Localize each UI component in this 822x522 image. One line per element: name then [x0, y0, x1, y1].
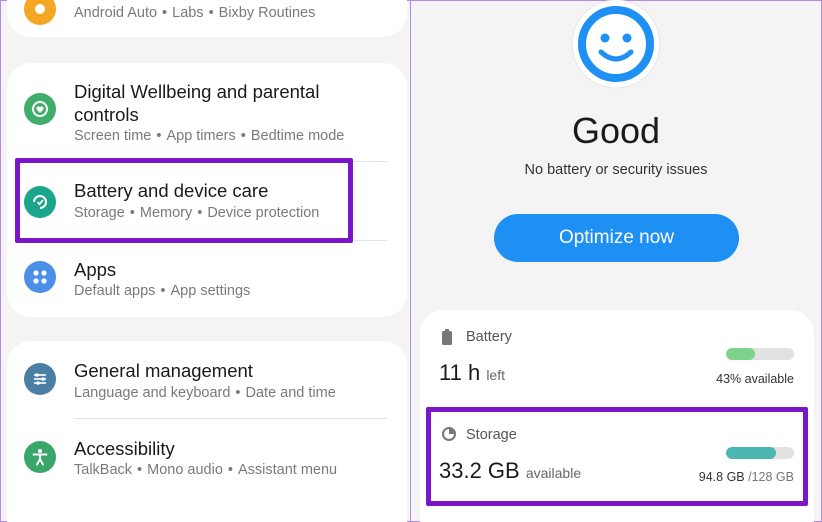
- battery-available-text: 43% available: [716, 372, 794, 386]
- accessibility-subtitle: TalkBack • Mono audio • Assistant menu: [74, 462, 338, 478]
- settings-list-pane: Android Auto • Labs • Bixby Routines Digital…: [0, 0, 412, 522]
- digital-wellbeing-title: Digital Wellbeing and parental controls: [74, 81, 320, 125]
- apps-subtitle: Default apps • App settings: [74, 283, 251, 299]
- settings-item-apps[interactable]: Apps Default apps • App settings: [7, 241, 407, 317]
- smiley-face-icon: [571, 0, 661, 89]
- settings-item-general-management[interactable]: General management Language and keyboard…: [7, 341, 407, 418]
- apps-title: Apps: [74, 259, 117, 280]
- settings-item-accessibility[interactable]: Accessibility TalkBack • Mono audio • Assist…: [7, 419, 407, 497]
- digital-wellbeing-icon: [24, 93, 56, 125]
- advanced-features-item[interactable]: Android Auto • Labs • Bixby Routines: [7, 0, 407, 37]
- advanced-features-icon: [24, 0, 56, 25]
- general-management-title: General management: [74, 360, 253, 381]
- device-status-title: Good: [571, 110, 661, 151]
- optimize-now-button[interactable]: Optimize now: [494, 214, 739, 262]
- battery-time-remaining: 11 h left: [439, 360, 505, 385]
- settings-item-digital-wellbeing[interactable]: Digital Wellbeing and parental controls …: [7, 63, 407, 161]
- highlight-box-storage: [426, 407, 808, 506]
- settings-card-bottom: General management Language and keyboard…: [7, 341, 407, 522]
- battery-level-fill: [726, 348, 756, 360]
- battery-level-bar: [726, 348, 794, 360]
- accessibility-title: Accessibility: [74, 438, 175, 459]
- general-management-subtitle: Language and keyboard • Date and time: [74, 385, 336, 401]
- device-status-message: No battery or security issues: [524, 162, 708, 178]
- accessibility-icon: [24, 441, 56, 473]
- battery-label: Battery: [466, 329, 512, 345]
- apps-grid-icon: [24, 261, 56, 293]
- battery-icon: [442, 329, 452, 345]
- highlight-box-battery-device-care: [15, 158, 353, 243]
- settings-card-top: Android Auto • Labs • Bixby Routines: [7, 0, 407, 37]
- battery-metric[interactable]: Battery 11 h left 43% available: [420, 310, 814, 406]
- sliders-icon: [24, 363, 56, 395]
- advanced-features-subtitle: Android Auto • Labs • Bixby Routines: [74, 5, 316, 21]
- digital-wellbeing-subtitle: Screen time • App timers • Bedtime mode: [74, 128, 345, 144]
